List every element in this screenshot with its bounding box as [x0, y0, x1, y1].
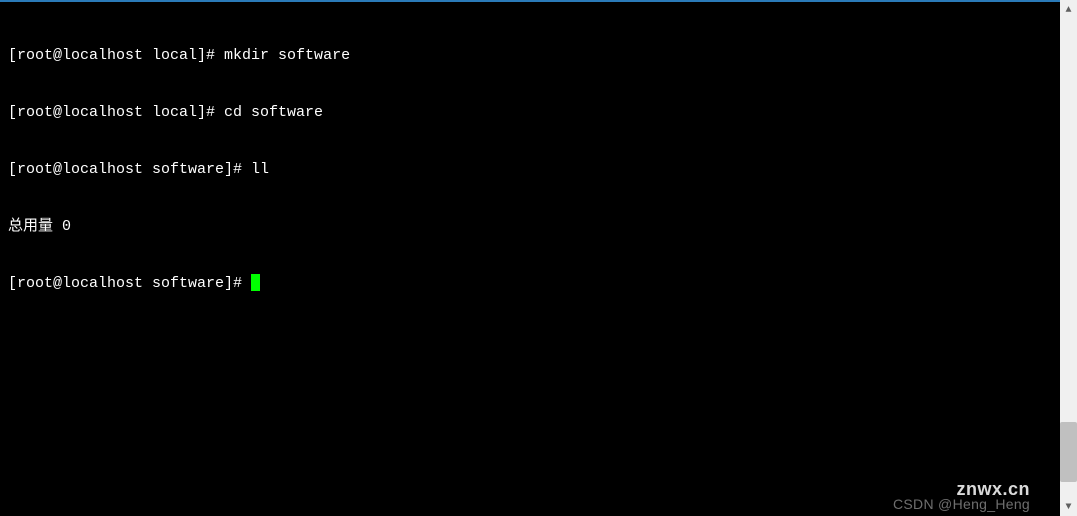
terminal-output-area[interactable]: [root@localhost local]# mkdir software [… — [0, 2, 1060, 337]
watermark-secondary: CSDN @Heng_Heng — [893, 496, 1030, 512]
command-text: mkdir software — [224, 47, 350, 64]
command-text: ll — [251, 161, 269, 178]
output-text: 总用量 0 — [8, 218, 71, 235]
prompt: [root@localhost software]# — [8, 161, 251, 178]
prompt: [root@localhost software]# — [8, 275, 251, 292]
prompt: [root@localhost local]# — [8, 47, 224, 64]
vertical-scrollbar[interactable]: ▲ ▼ — [1060, 2, 1077, 516]
scroll-thumb[interactable] — [1060, 422, 1077, 482]
prompt: [root@localhost local]# — [8, 104, 224, 121]
terminal-line: [root@localhost software]# — [8, 274, 1052, 293]
terminal-line: [root@localhost local]# mkdir software — [8, 46, 1052, 65]
terminal-window[interactable]: [root@localhost local]# mkdir software [… — [0, 0, 1060, 516]
terminal-line: [root@localhost local]# cd software — [8, 103, 1052, 122]
cursor-icon — [251, 274, 260, 291]
command-text: cd software — [224, 104, 323, 121]
scroll-down-arrow-icon[interactable]: ▼ — [1060, 499, 1077, 516]
terminal-line: [root@localhost software]# ll — [8, 160, 1052, 179]
scroll-up-arrow-icon[interactable]: ▲ — [1060, 2, 1077, 19]
terminal-line: 总用量 0 — [8, 217, 1052, 236]
